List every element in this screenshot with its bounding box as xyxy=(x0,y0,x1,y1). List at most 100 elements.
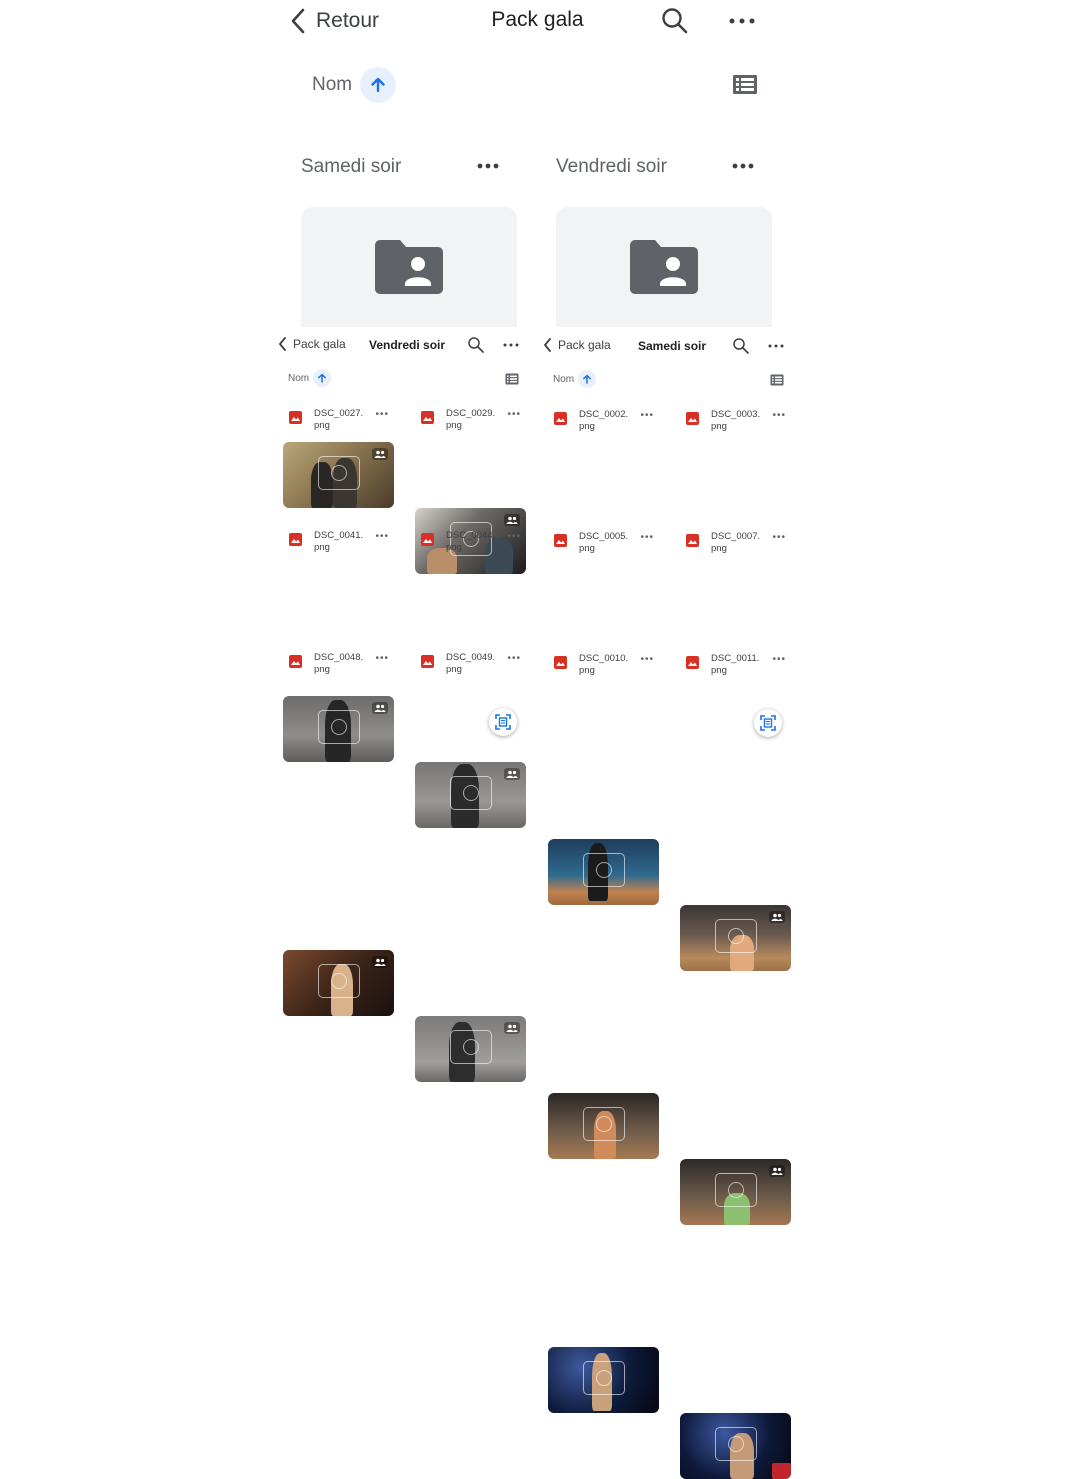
search-button[interactable] xyxy=(660,6,690,36)
list-view-icon xyxy=(733,75,757,94)
folder-card[interactable] xyxy=(301,207,517,327)
file-item-header[interactable]: DSC_0002. png ••• xyxy=(548,409,660,439)
file-more-button[interactable]: ••• xyxy=(772,532,786,543)
file-thumbnail[interactable] xyxy=(415,762,526,828)
mini-search-button[interactable] xyxy=(467,336,485,354)
file-item-header[interactable]: DSC_0003. png ••• xyxy=(680,409,792,439)
image-file-icon xyxy=(554,534,567,547)
image-file-icon xyxy=(289,655,302,668)
file-name: DSC_0044. png xyxy=(446,530,496,553)
mini-more-button[interactable] xyxy=(502,336,520,354)
mini-search-button[interactable] xyxy=(732,337,750,355)
file-thumbnail[interactable] xyxy=(283,696,394,762)
mini-sort-label: Nom xyxy=(553,373,575,385)
file-thumbnail[interactable] xyxy=(548,1347,659,1413)
image-file-icon xyxy=(554,412,567,425)
arrow-up-icon xyxy=(318,373,327,383)
people-icon xyxy=(372,702,388,714)
more-horizontal-icon xyxy=(732,163,754,169)
file-name: DSC_0029. png xyxy=(446,408,496,431)
document-scan-icon xyxy=(495,714,511,730)
image-file-icon xyxy=(686,534,699,547)
arrow-up-icon xyxy=(371,77,385,93)
scan-button[interactable] xyxy=(489,708,517,736)
people-icon xyxy=(769,1165,785,1177)
list-view-icon xyxy=(505,373,519,385)
image-file-icon xyxy=(289,533,302,546)
file-item-header[interactable]: DSC_0041. png ••• xyxy=(283,530,395,560)
search-icon xyxy=(468,337,484,353)
file-item-header[interactable]: DSC_0048. png ••• xyxy=(283,652,395,682)
file-name: DSC_0049. png xyxy=(446,652,496,675)
file-item-header[interactable]: DSC_0049. png ••• xyxy=(415,652,527,682)
shared-folder-icon xyxy=(375,240,443,294)
file-more-button[interactable]: ••• xyxy=(507,409,521,420)
list-view-icon xyxy=(770,374,784,386)
mini-list-view-toggle[interactable] xyxy=(770,373,784,386)
file-more-button[interactable]: ••• xyxy=(375,531,389,542)
file-name: DSC_0048. png xyxy=(314,652,364,675)
file-name: DSC_0010. png xyxy=(579,653,629,676)
chevron-left-icon xyxy=(279,337,286,351)
list-view-toggle[interactable] xyxy=(731,73,759,97)
file-more-button[interactable]: ••• xyxy=(640,410,654,421)
more-horizontal-icon xyxy=(503,343,519,347)
file-more-button[interactable]: ••• xyxy=(507,653,521,664)
sort-label: Nom xyxy=(312,74,353,95)
file-more-button[interactable]: ••• xyxy=(640,532,654,543)
file-more-button[interactable]: ••• xyxy=(375,409,389,420)
file-item-header[interactable]: DSC_0007. png ••• xyxy=(680,531,792,561)
file-item-header[interactable]: DSC_0029. png ••• xyxy=(415,408,527,438)
file-more-button[interactable]: ••• xyxy=(772,410,786,421)
file-thumbnail[interactable] xyxy=(680,1159,791,1225)
file-more-button[interactable]: ••• xyxy=(507,531,521,542)
more-horizontal-icon xyxy=(729,18,755,24)
sort-by-name-button[interactable]: Nom xyxy=(312,67,397,103)
file-name: DSC_0041. png xyxy=(314,530,364,553)
file-more-button[interactable]: ••• xyxy=(640,654,654,665)
image-file-icon xyxy=(421,533,434,546)
file-thumbnail[interactable] xyxy=(283,442,394,508)
image-file-icon xyxy=(289,411,302,424)
mini-more-button[interactable] xyxy=(767,337,785,355)
file-name: DSC_0011. png xyxy=(711,653,760,676)
mini-page-title: Vendredi soir xyxy=(369,338,446,352)
image-file-icon xyxy=(421,411,434,424)
file-item-header[interactable]: DSC_0044. png ••• xyxy=(415,530,527,560)
mini-sort-button[interactable]: Nom xyxy=(553,370,597,388)
file-name: DSC_0005. png xyxy=(579,531,629,554)
people-icon xyxy=(372,448,388,460)
more-options-button[interactable] xyxy=(727,6,757,36)
file-item-header[interactable]: DSC_0005. png ••• xyxy=(548,531,660,561)
mini-sort-button[interactable]: Nom xyxy=(288,369,332,387)
folder-title: Vendredi soir xyxy=(556,156,667,177)
folder-more-button[interactable] xyxy=(730,156,758,176)
file-thumbnail[interactable] xyxy=(548,839,659,905)
image-file-icon xyxy=(421,655,434,668)
file-name: DSC_0027. png xyxy=(314,408,364,431)
file-item-header[interactable]: DSC_0010. png ••• xyxy=(548,653,660,683)
file-thumbnail[interactable] xyxy=(548,1093,659,1159)
folder-more-button[interactable] xyxy=(475,156,503,176)
shared-folder-icon xyxy=(630,240,698,294)
file-thumbnail[interactable] xyxy=(680,1413,791,1479)
file-thumbnail[interactable] xyxy=(680,905,791,971)
file-thumbnail[interactable] xyxy=(283,950,394,1016)
sort-direction xyxy=(360,67,397,103)
file-more-button[interactable]: ••• xyxy=(772,654,786,665)
file-item-header[interactable]: DSC_0027. png ••• xyxy=(283,408,395,438)
scan-button[interactable] xyxy=(754,709,782,737)
people-icon xyxy=(504,514,520,526)
people-icon xyxy=(504,1022,520,1034)
file-thumbnail[interactable] xyxy=(415,1016,526,1082)
arrow-up-icon xyxy=(583,374,592,384)
folder-card[interactable] xyxy=(556,207,772,327)
mini-sort-label: Nom xyxy=(288,372,310,384)
mini-sort-direction xyxy=(313,369,332,387)
mini-back-button[interactable]: Pack gala xyxy=(278,337,346,351)
file-item-header[interactable]: DSC_0011. png ••• xyxy=(680,653,792,683)
mini-back-button[interactable]: Pack gala xyxy=(543,338,611,352)
search-icon xyxy=(733,338,749,354)
mini-list-view-toggle[interactable] xyxy=(505,372,519,385)
file-more-button[interactable]: ••• xyxy=(375,653,389,664)
